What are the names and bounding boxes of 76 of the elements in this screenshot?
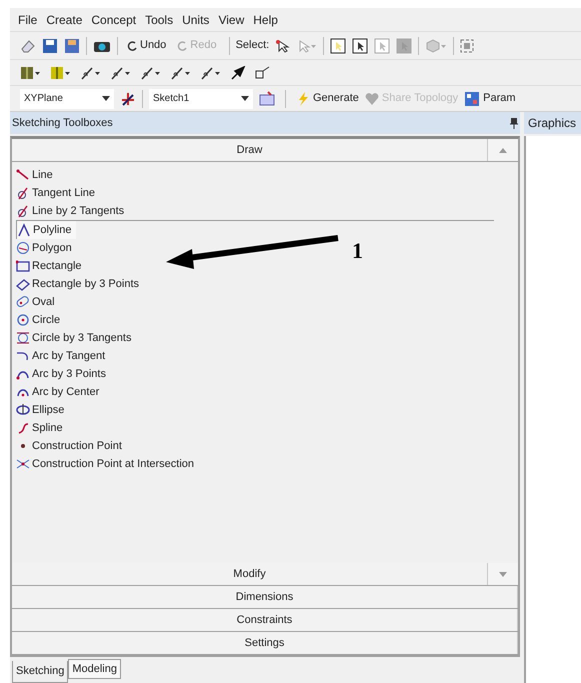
save-as-icon[interactable] [64,38,80,54]
tool-icon [16,277,30,291]
tool-item[interactable]: Ellipse [16,401,68,419]
eraser-icon[interactable] [20,38,36,54]
scroll-down-button[interactable] [488,563,518,585]
selection-filter-icon[interactable] [330,38,346,54]
tool-item[interactable]: Construction Point at Intersection [16,455,198,473]
line-style-dropdown-icon[interactable] [80,66,102,80]
parameters-icon [464,90,480,106]
line-style-dropdown-icon[interactable] [170,66,192,80]
tool-icon [16,168,30,182]
plane-dropdown[interactable]: XYPlane [20,88,114,108]
axes-icon[interactable] [120,90,136,106]
selection-filter-icon[interactable] [352,38,368,54]
tool-icon [16,421,30,435]
zoom-fit-icon[interactable] [460,38,474,52]
panel-title: Sketching Toolboxes [12,116,113,131]
tool-item[interactable]: Arc by Center [16,383,104,401]
caret-icon [499,148,507,152]
lightning-icon [296,92,310,106]
tool-icon [16,457,30,471]
undo-button[interactable]: Undo [124,37,168,54]
heart-icon [364,92,379,106]
caret-icon [241,96,249,101]
tool-item[interactable]: Line [16,166,57,184]
line-style-dropdown-icon[interactable] [110,66,132,80]
generate-button[interactable]: Generate [296,90,359,107]
tool-item[interactable]: Arc by Tangent [16,347,110,365]
sketch-dropdown[interactable]: Sketch1 [149,88,253,108]
panel-tab[interactable]: Modeling [68,659,121,679]
caret-icon [102,96,110,101]
caret-icon [499,572,507,576]
callout-number: 1 [352,237,363,265]
menu-item[interactable]: Create [46,10,82,28]
line-style-dropdown-icon[interactable] [200,66,222,80]
menu-item[interactable]: Help [253,10,278,28]
tool-item[interactable]: Rectangle by 3 Points [16,275,144,293]
tool-icon [16,295,30,309]
tool-item[interactable]: Polygon [16,239,76,257]
tool-icon [16,403,30,417]
display-dropdown-icon[interactable] [50,66,72,80]
tool-icon [16,241,30,255]
undo-icon [126,40,138,52]
select-label: Select: [236,38,270,54]
tool-icon [16,204,30,218]
tool-item[interactable]: Rectangle [16,257,86,275]
scroll-up-button[interactable] [488,139,518,161]
tool-item[interactable]: Oval [16,293,59,311]
tool-item[interactable]: Circle by 3 Tangents [16,329,136,347]
point-icon[interactable] [254,66,270,80]
panel-title: Graphics [528,115,576,132]
panel-tab[interactable]: Sketching [12,661,68,683]
new-sketch-icon[interactable] [259,90,275,106]
tool-item[interactable]: Spline [16,419,67,437]
tool-icon [16,313,30,327]
line-style-dropdown-icon[interactable] [140,66,162,80]
tool-item[interactable]: Tangent Line [16,184,99,202]
tool-item[interactable]: Line by 2 Tangents [16,202,128,220]
display-dropdown-icon[interactable] [20,66,42,80]
tool-icon [17,223,31,237]
redo-icon [176,40,188,52]
menu-item[interactable]: File [18,10,38,28]
tool-item[interactable]: Circle [16,311,64,329]
menu-item[interactable]: Units [182,10,210,28]
save-icon[interactable] [42,38,58,54]
tool-icon [16,186,30,200]
cursor-icon[interactable] [275,38,292,52]
tool-icon [16,259,30,273]
menu-item[interactable]: Tools [145,10,174,28]
tool-item[interactable]: Polyline [16,221,76,239]
tool-icon [16,331,30,345]
menu-item[interactable]: View [218,10,244,28]
parameters-button[interactable]: Param [464,90,516,107]
tool-item[interactable]: Construction Point [16,437,126,455]
menu-item[interactable]: Concept [91,10,136,28]
tool-item[interactable]: Arc by 3 Points [16,365,110,383]
